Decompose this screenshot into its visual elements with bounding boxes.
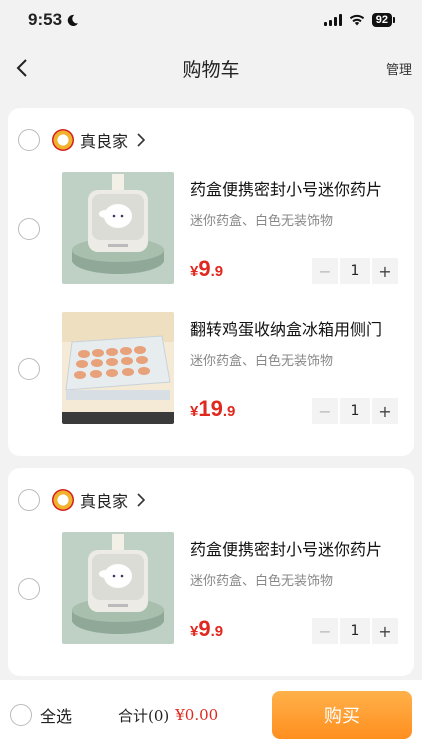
item-spec[interactable]: 迷你药盒、白色无装饰物: [190, 350, 414, 369]
wifi-icon: [349, 14, 364, 26]
item-title[interactable]: 药盒便携密封小号迷你药片: [190, 176, 414, 200]
decrease-button[interactable]: −: [312, 398, 338, 424]
checkout-bar: 全选 合计(0) ¥0.00 购买: [0, 680, 422, 750]
page-title: 购物车: [182, 58, 240, 81]
status-bar: 9:53 92: [0, 0, 422, 40]
item-select-radio[interactable]: [18, 358, 40, 380]
item-price: ¥19.9: [190, 396, 236, 421]
decrease-button[interactable]: −: [312, 258, 338, 284]
cart-item: 翻转鸡蛋收纳盒冰箱用侧门 迷你药盒、白色无装饰物 ¥19.9 − 1 +: [8, 312, 414, 442]
item-price: ¥9.9: [190, 256, 224, 281]
item-spec[interactable]: 迷你药盒、白色无装饰物: [190, 570, 414, 589]
quantity-stepper: − 1 +: [312, 618, 398, 644]
total-amount: ¥0.00: [175, 706, 219, 724]
select-all-radio[interactable]: [10, 704, 32, 726]
item-price: ¥9.9: [190, 616, 224, 641]
cart-item: 药盒便携密封小号迷你药片 迷你药盒、白色无装饰物 ¥9.9 − 1 +: [8, 532, 414, 662]
item-spec[interactable]: 迷你药盒、白色无装饰物: [190, 210, 414, 229]
nav-bar: 购物车 管理: [0, 40, 422, 96]
select-all-label[interactable]: 全选: [40, 703, 72, 727]
quantity-value[interactable]: 1: [340, 398, 370, 424]
increase-button[interactable]: +: [372, 258, 398, 284]
total-label: 合计(0): [118, 706, 170, 725]
cellular-signal-icon: [323, 14, 342, 26]
back-button[interactable]: [16, 57, 38, 79]
egg-box-image[interactable]: [62, 312, 174, 424]
shop-card: 真良家: [8, 108, 414, 456]
shop-card: 真良家: [8, 468, 414, 676]
item-select-radio[interactable]: [18, 578, 40, 600]
chevron-left-icon: [16, 59, 27, 77]
pill-box-image[interactable]: [62, 172, 174, 284]
item-select-radio[interactable]: [18, 218, 40, 240]
item-title[interactable]: 药盒便携密封小号迷你药片: [190, 536, 414, 560]
chevron-right-icon: [137, 133, 146, 147]
shop-logo-icon: [52, 489, 74, 511]
item-title[interactable]: 翻转鸡蛋收纳盒冰箱用侧门: [190, 316, 414, 340]
status-time: 9:53: [28, 10, 79, 30]
increase-button[interactable]: +: [372, 398, 398, 424]
decrease-button[interactable]: −: [312, 618, 338, 644]
manage-button[interactable]: 管理: [386, 59, 412, 78]
shop-select-radio[interactable]: [18, 129, 40, 151]
shop-select-radio[interactable]: [18, 489, 40, 511]
quantity-stepper: − 1 +: [312, 258, 398, 284]
shop-name[interactable]: 真良家: [80, 128, 128, 152]
shop-header[interactable]: 真良家: [8, 468, 414, 532]
chevron-right-icon: [137, 493, 146, 507]
cart-item: 药盒便携密封小号迷你药片 迷你药盒、白色无装饰物 ¥9.9 − 1 +: [8, 172, 414, 302]
battery-icon: 92: [371, 13, 396, 27]
quantity-value[interactable]: 1: [340, 258, 370, 284]
quantity-stepper: − 1 +: [312, 398, 398, 424]
moon-icon: [67, 14, 79, 26]
quantity-value[interactable]: 1: [340, 618, 370, 644]
shop-name[interactable]: 真良家: [80, 488, 128, 512]
cart-list[interactable]: 真良家 药盒便携密封小号迷你药片 迷你药盒、白色无装饰物 ¥9.9 − 1 + …: [0, 108, 422, 680]
pill-box-image[interactable]: [62, 532, 174, 644]
time-text: 9:53: [28, 10, 63, 29]
increase-button[interactable]: +: [372, 618, 398, 644]
shop-logo-icon: [52, 129, 74, 151]
buy-button[interactable]: 购买: [272, 691, 412, 739]
shop-header[interactable]: 真良家: [8, 108, 414, 172]
